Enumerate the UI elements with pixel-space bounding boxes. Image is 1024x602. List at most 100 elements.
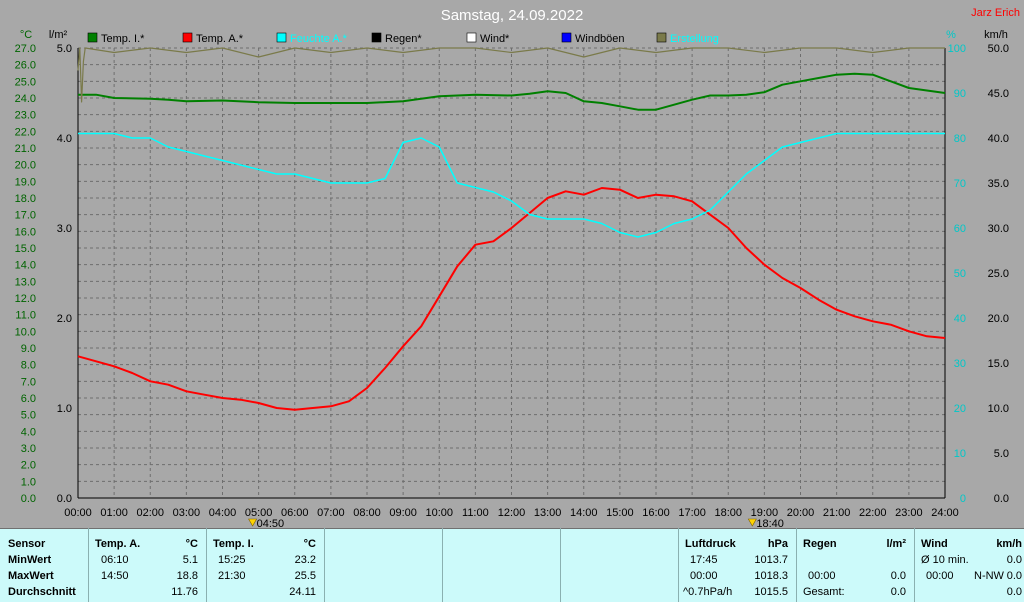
time-tick-label: 17:00 [678,507,706,519]
legend-label: Erstellung [670,33,719,45]
time-tick-label: 24:00 [931,507,959,519]
humidity-tick-label: 70 [954,178,966,190]
temp-a-header: Temp. A. [95,538,141,550]
wind-avg-label: Ø 10 min. [921,554,969,566]
temp-tick-label: 15.0 [15,243,36,255]
time-tick-label: 16:00 [642,507,670,519]
summary-table: Sensor MinWert MaxWert Durchschnitt Temp… [0,528,1024,602]
temp-tick-label: 27.0 [15,43,36,55]
wind-max-time: 00:00 [926,570,954,582]
column-divider [442,528,443,602]
legend-swatch [87,32,98,43]
wind-tick-label: 25.0 [988,268,1009,280]
time-tick-label: 23:00 [895,507,923,519]
column-divider [324,528,325,602]
temp-a-min-time: 06:10 [101,554,129,566]
row-label-min: MinWert [8,554,52,566]
rain-tick-label: 3.0 [57,223,72,235]
humidity-tick-label: 80 [954,133,966,145]
humidity-tick-label: 10 [954,448,966,460]
column-divider [678,528,679,602]
row-label-avg: Durchschnitt [8,586,76,598]
time-tick-label: 04:00 [209,507,237,519]
time-tick-label: 10:00 [425,507,453,519]
temp-a-max-time: 14:50 [101,570,129,582]
time-tick-label: 11:00 [462,507,489,519]
pressure-trend: ^0.7hPa/h [683,586,733,598]
pressure-unit: hPa [767,538,788,550]
temp-tick-label: 19.0 [15,176,36,188]
column-divider [560,528,561,602]
time-tick-label: 03:00 [173,507,201,519]
humidity-tick-label: 100 [948,43,966,55]
wind-tick-label: 5.0 [994,448,1009,460]
temp-a-max-value: 18.8 [176,570,198,582]
temp-tick-label: 20.0 [15,160,36,172]
temp-tick-label: 21.0 [15,143,36,155]
temp-tick-label: 11.0 [15,310,36,322]
wind-third-value: 0.0 [1006,586,1022,598]
legend-label: Temp. A.* [196,33,244,45]
temp-tick-label: 26.0 [15,60,36,72]
legend-label: Wind* [480,33,510,45]
wind-tick-label: 15.0 [988,358,1009,370]
temp-tick-label: 3.0 [21,443,36,455]
pressure-max-value: 1018.3 [754,570,788,582]
time-tick-label: 15:00 [606,507,634,519]
temp-unit-label: °C [20,29,32,41]
temp-tick-label: 7.0 [21,376,36,388]
time-tick-label: 12:00 [498,507,526,519]
temp-tick-label: 18.0 [15,193,36,205]
wind-unit-label: km/h [984,29,1008,41]
wind-tick-label: 20.0 [988,313,1009,325]
temp-tick-label: 17.0 [15,210,36,222]
temp-tick-label: 25.0 [15,76,36,88]
column-divider [796,528,797,602]
rain-tick-label: 2.0 [57,313,72,325]
wind-unit: km/h [996,538,1022,550]
rain-unit-label: l/m² [49,29,68,41]
time-tick-label: 18:00 [714,507,742,519]
rain-max-value: 0.0 [890,570,906,582]
legend-label: Temp. I.* [101,33,145,45]
humidity-tick-label: 60 [954,223,966,235]
temp-i-max-value: 25.5 [294,570,316,582]
rain-total-label: Gesamt: [803,586,845,598]
time-tick-label: 01:00 [100,507,128,519]
wind-tick-label: 35.0 [988,178,1009,190]
wind-tick-label: 40.0 [988,133,1009,145]
wind-tick-label: 30.0 [988,223,1009,235]
column-divider [206,528,207,602]
temp-tick-label: 14.0 [15,260,36,272]
time-tick-label: 02:00 [136,507,164,519]
humidity-tick-label: 90 [954,88,966,100]
humidity-tick-label: 50 [954,268,966,280]
time-tick-label: 14:00 [570,507,598,519]
wind-header: Wind [921,538,948,550]
legend-label: Feuchte A.* [290,33,348,45]
temp-tick-label: 22.0 [15,126,36,138]
chart-author: Jarz Erich [971,7,1020,19]
temp-tick-label: 5.0 [21,410,36,422]
temp-a-min-value: 5.1 [182,554,198,566]
time-tick-label: 13:00 [534,507,562,519]
humidity-tick-label: 20 [954,403,966,415]
time-tick-label: 21:00 [823,507,851,519]
legend-label: Windböen [575,33,625,45]
rain-header: Regen [803,538,837,550]
temp-a-avg-value: 11.76 [171,586,198,598]
temp-i-header: Temp. I. [213,538,254,550]
temp-a-unit: °C [185,538,198,550]
legend-swatch [466,32,477,43]
legend-swatch [656,32,667,43]
temp-tick-label: 13.0 [15,276,36,288]
table-top-border [0,528,1024,529]
time-tick-label: 08:00 [353,507,381,519]
pressure-avg-value: 1015.5 [754,586,788,598]
legend-swatch [276,32,287,43]
pressure-header: Luftdruck [685,538,736,550]
temp-i-avg-value: 24.11 [289,586,316,598]
temp-tick-label: 0.0 [21,493,36,505]
temp-tick-label: 1.0 [21,476,36,488]
legend-label: Regen* [385,33,422,45]
